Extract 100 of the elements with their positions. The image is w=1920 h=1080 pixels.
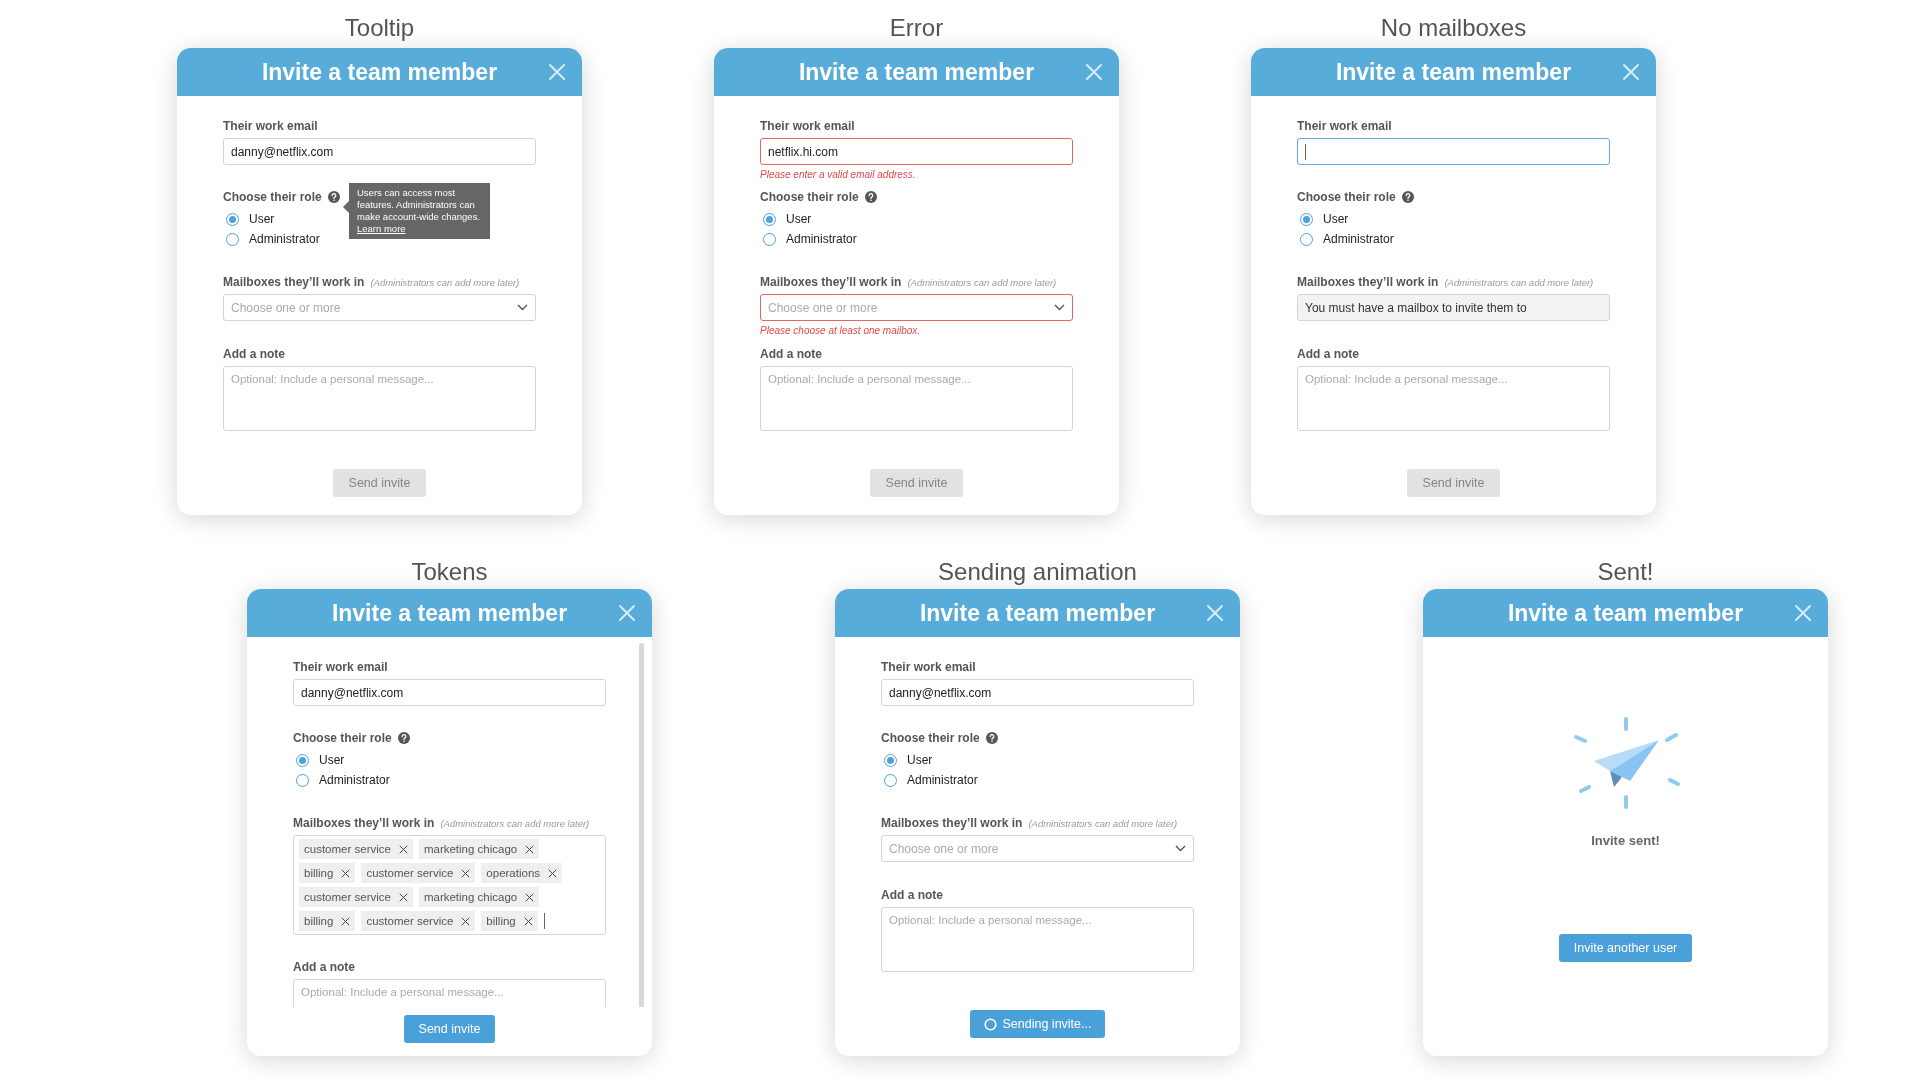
radio-button[interactable] — [884, 773, 897, 787]
help-icon[interactable] — [864, 191, 877, 203]
field-label: Their work email — [293, 659, 388, 675]
mailbox-token[interactable]: customer service — [361, 911, 476, 931]
help-icon[interactable] — [327, 191, 340, 203]
radio-label: User — [1323, 212, 1349, 226]
note-field[interactable]: Optional: Include a personal message... — [223, 366, 536, 431]
field-label: Mailboxes they’ll work in — [881, 815, 1023, 831]
error-message: Please enter a valid email address. — [760, 168, 917, 182]
mailbox-token[interactable]: marketing chicago — [418, 839, 540, 859]
chevron-down-icon — [1054, 304, 1065, 311]
radio-label: User — [319, 753, 345, 767]
email-field[interactable]: danny@netflix.com — [223, 138, 536, 165]
close-button[interactable] — [1204, 602, 1226, 624]
mailbox-token[interactable]: operations — [481, 863, 563, 883]
radio-button[interactable] — [763, 212, 776, 226]
field-label: Mailboxes they’ll work in — [223, 274, 365, 290]
field-label: Their work email — [881, 659, 976, 675]
state-caption: Sending animation — [938, 558, 1137, 586]
remove-icon — [548, 868, 558, 878]
field-label: Their work email — [223, 118, 318, 134]
remove-icon — [461, 868, 471, 878]
dialog-title: Invite a team member — [331, 599, 568, 627]
radio-button[interactable] — [884, 753, 897, 767]
scrollbar[interactable] — [639, 643, 644, 1007]
learn-more-link[interactable]: Learn more — [357, 223, 406, 234]
field-label: Choose their role — [293, 730, 392, 746]
radio-button[interactable] — [1300, 232, 1313, 246]
radio-label: Administrator — [786, 232, 857, 246]
radio-button[interactable] — [296, 753, 309, 767]
mailbox-token[interactable]: marketing chicago — [418, 887, 540, 907]
radio-button[interactable] — [1300, 212, 1313, 226]
email-field[interactable] — [1297, 138, 1610, 165]
radio-button[interactable] — [763, 232, 776, 246]
remove-icon — [398, 844, 408, 854]
mailbox-token[interactable]: billing — [299, 863, 356, 883]
mailbox-token[interactable]: customer service — [361, 863, 476, 883]
field-hint: (Administrators can add more later) — [1444, 276, 1594, 288]
mailbox-token[interactable]: billing — [481, 911, 538, 931]
radio-label: Administrator — [249, 232, 320, 246]
mailbox-token[interactable]: customer service — [299, 887, 413, 907]
radio-label: Administrator — [1323, 232, 1394, 246]
close-icon — [1085, 63, 1103, 81]
radio-label: Administrator — [907, 773, 978, 787]
field-label: Choose their role — [881, 730, 980, 746]
radio-button[interactable] — [226, 232, 239, 246]
mailbox-token[interactable]: billing — [299, 911, 356, 931]
state-caption: Error — [889, 14, 944, 42]
state-caption: No mailboxes — [1380, 14, 1527, 42]
field-hint: (Administrators can add more later) — [1028, 817, 1178, 829]
field-label: Choose their role — [760, 189, 859, 205]
radio-label: User — [786, 212, 812, 226]
note-field[interactable]: Optional: Include a personal message... — [760, 366, 1073, 431]
close-button[interactable] — [1083, 61, 1105, 83]
dialog-title: Invite a team member — [1507, 599, 1744, 627]
dialog-title: Invite a team member — [919, 599, 1156, 627]
mailbox-token-field[interactable]: customer service marketing chicago billing customer service operations customer service marketing chicago billing customer service billing — [293, 835, 606, 935]
field-label: Add a note — [293, 959, 355, 975]
field-hint: (Administrators can add more later) — [907, 276, 1057, 288]
radio-label: User — [907, 753, 933, 767]
tooltip-text: Users can access most features. Administrators can make account-wide changes. Learn more — [357, 187, 482, 235]
note-field[interactable]: Optional: Include a personal message... — [881, 907, 1194, 972]
radio-label: User — [249, 212, 275, 226]
close-icon — [1794, 604, 1812, 622]
field-label: Add a note — [881, 887, 943, 903]
email-field[interactable]: danny@netflix.com — [881, 679, 1194, 706]
close-button[interactable] — [616, 602, 638, 624]
remove-icon — [525, 844, 535, 854]
field-label: Choose their role — [1297, 189, 1396, 205]
close-button[interactable] — [546, 61, 568, 83]
radio-button[interactable] — [296, 773, 309, 787]
note-field[interactable]: Optional: Include a personal message... — [293, 979, 606, 1007]
chevron-down-icon — [1175, 845, 1186, 852]
field-label: Add a note — [223, 346, 285, 362]
email-field[interactable]: danny@netflix.com — [293, 679, 606, 706]
close-icon — [1206, 604, 1224, 622]
field-label: Choose their role — [223, 189, 322, 205]
field-label: Mailboxes they’ll work in — [293, 815, 435, 831]
mailbox-token[interactable]: customer service — [299, 839, 413, 859]
remove-icon — [523, 916, 533, 926]
field-label: Mailboxes they’ll work in — [1297, 274, 1439, 290]
mailbox-notice-field: You must have a mailbox to invite them to — [1297, 294, 1610, 321]
note-field[interactable]: Optional: Include a personal message... — [1297, 366, 1610, 431]
field-hint: (Administrators can add more later) — [440, 817, 590, 829]
chevron-down-icon — [517, 304, 528, 311]
close-button[interactable] — [1620, 61, 1642, 83]
help-icon[interactable] — [985, 732, 998, 744]
success-message: Invite sent! — [1591, 833, 1660, 848]
radio-label: Administrator — [319, 773, 390, 787]
email-field[interactable]: netflix.hi.com — [760, 138, 1073, 165]
field-label: Their work email — [760, 118, 855, 134]
close-button[interactable] — [1792, 602, 1814, 624]
help-icon[interactable] — [1401, 191, 1414, 203]
remove-icon — [525, 892, 535, 902]
radio-button[interactable] — [226, 212, 239, 226]
dialog-title: Invite a team member — [261, 58, 498, 86]
state-caption: Sent! — [1597, 558, 1654, 586]
help-icon[interactable] — [397, 732, 410, 744]
close-icon — [548, 63, 566, 81]
dialog-title: Invite a team member — [1335, 58, 1572, 86]
